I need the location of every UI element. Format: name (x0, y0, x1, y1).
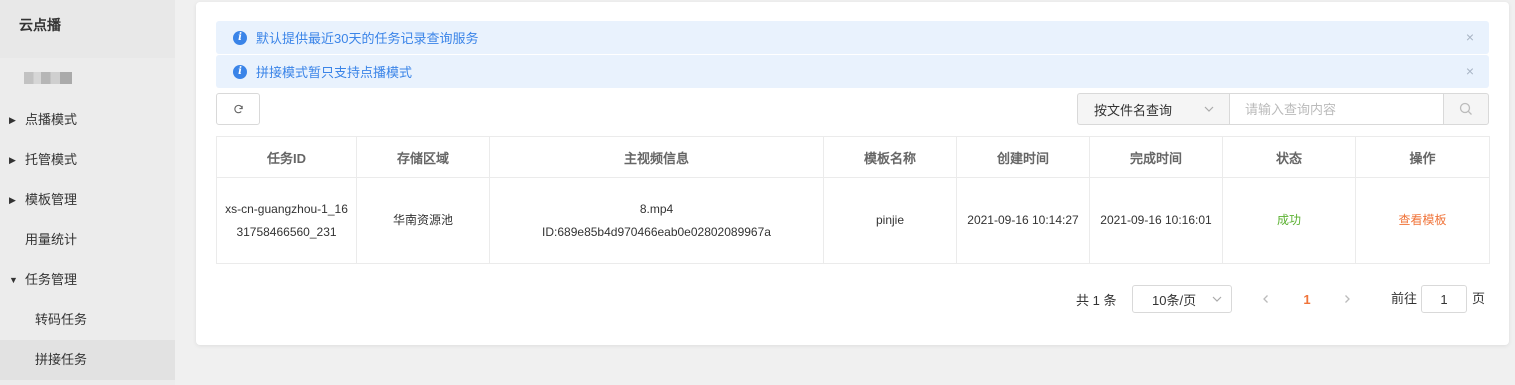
sidebar-item-splice-tasks[interactable]: 拼接任务 (0, 340, 175, 380)
search-input[interactable] (1229, 93, 1443, 125)
task-id-cell: xs-cn-guangzhou-1_1631758466560_231 (216, 177, 357, 264)
created-time-cell: 2021-09-16 10:14:27 (956, 177, 1090, 264)
search-group: 按文件名查询 (1077, 93, 1489, 125)
video-name: 8.mp4 (639, 201, 674, 216)
sidebar-item-template-management[interactable]: ▶ 模板管理 (0, 180, 175, 220)
sidebar-item-label: 拼接任务 (35, 352, 88, 367)
next-page-button[interactable] (1337, 285, 1357, 313)
status-badge: 成功 (1276, 213, 1301, 227)
sidebar-item-label: 托管模式 (25, 152, 78, 167)
search-mode-select[interactable]: 按文件名查询 (1077, 93, 1229, 125)
prev-page-button[interactable] (1256, 285, 1276, 313)
goto-page-input[interactable] (1421, 285, 1467, 313)
page-size-value: 10条/页 (1152, 292, 1197, 308)
sidebar-menu: ▶ 点播模式 ▶ 托管模式 ▶ 模板管理 用量统计 ▼ 任务管理 转码任务 拼接… (0, 100, 175, 380)
page-number[interactable]: 1 (1297, 285, 1317, 313)
refresh-icon (233, 104, 243, 113)
chevron-down-icon (1212, 296, 1222, 302)
close-icon[interactable]: × (1466, 63, 1474, 79)
sidebar-item-usage-stats[interactable]: 用量统计 (0, 220, 175, 260)
view-template-link[interactable]: 查看模板 (1398, 213, 1446, 227)
sidebar-body: ▶ 点播模式 ▶ 托管模式 ▶ 模板管理 用量统计 ▼ 任务管理 转码任务 拼接… (0, 58, 175, 385)
search-button[interactable] (1443, 93, 1489, 125)
page-size-select[interactable]: 10条/页 (1132, 285, 1232, 313)
sidebar-item-task-management[interactable]: ▼ 任务管理 (0, 260, 175, 300)
sidebar-item-label: 任务管理 (25, 272, 78, 287)
status-cell: 成功 (1222, 177, 1356, 264)
blurred-user-name (24, 72, 72, 84)
sidebar-item-label: 模板管理 (25, 192, 78, 207)
refresh-button[interactable] (216, 93, 260, 125)
notice-banner: i 拼接模式暂只支持点播模式 × (216, 55, 1489, 88)
search-mode-value: 按文件名查询 (1094, 102, 1173, 118)
column-header: 完成时间 (1089, 136, 1223, 178)
caret-down-icon: ▼ (9, 275, 18, 285)
finished-time-cell: 2021-09-16 10:16:01 (1089, 177, 1223, 264)
column-header: 模板名称 (823, 136, 957, 178)
video-info-cell: 8.mp4 ID:689e85b4d970466eab0e02802089967… (489, 177, 824, 264)
main-card: i 默认提供最近30天的任务记录查询服务 × i 拼接模式暂只支持点播模式 × … (196, 2, 1509, 345)
sidebar-item-label: 转码任务 (35, 312, 88, 327)
caret-right-icon: ▶ (9, 115, 16, 125)
chevron-right-icon (1345, 295, 1350, 303)
sidebar-item-label: 点播模式 (25, 112, 78, 127)
sidebar-item-vod-mode[interactable]: ▶ 点播模式 (0, 100, 175, 140)
table-row: xs-cn-guangzhou-1_1631758466560_231 华南资源… (216, 177, 1490, 264)
chevron-left-icon (1263, 295, 1268, 303)
table-header-row: 任务ID 存储区域 主视频信息 模板名称 创建时间 完成时间 状态 操作 (216, 136, 1490, 178)
sidebar-item-label: 用量统计 (25, 232, 78, 247)
info-icon: i (233, 64, 247, 79)
sidebar: 云点播 ▶ 点播模式 ▶ 托管模式 ▶ 模板管理 用量统计 ▼ 任务管理 转码任… (0, 0, 175, 385)
total-count: 共 1 条 (1076, 292, 1117, 308)
close-icon[interactable]: × (1466, 29, 1474, 45)
action-cell: 查看模板 (1355, 177, 1490, 264)
info-icon: i (233, 30, 247, 45)
goto-prefix: 前往 (1391, 291, 1418, 306)
pagination-total: 共 1 条 (1076, 285, 1116, 313)
sidebar-title: 云点播 (0, 0, 175, 58)
column-header: 状态 (1222, 136, 1356, 178)
region-cell: 华南资源池 (356, 177, 490, 264)
caret-right-icon: ▶ (9, 195, 16, 205)
column-header: 创建时间 (956, 136, 1090, 178)
notice-banner: i 默认提供最近30天的任务记录查询服务 × (216, 21, 1489, 54)
notice-text: 默认提供最近30天的任务记录查询服务 (256, 31, 479, 46)
created-time: 2021-09-16 10:14:27 (967, 213, 1079, 227)
column-header: 主视频信息 (489, 136, 824, 178)
column-header: 任务ID (216, 136, 357, 178)
chevron-down-icon (1204, 106, 1214, 112)
column-header: 操作 (1355, 136, 1490, 178)
finished-time: 2021-09-16 10:16:01 (1100, 213, 1212, 227)
task-table: 任务ID 存储区域 主视频信息 模板名称 创建时间 完成时间 状态 操作 xs-… (216, 136, 1490, 264)
caret-right-icon: ▶ (9, 155, 16, 165)
sidebar-item-transcode-tasks[interactable]: 转码任务 (0, 300, 175, 340)
sidebar-item-hosted-mode[interactable]: ▶ 托管模式 (0, 140, 175, 180)
video-id: ID:689e85b4d970466eab0e02802089967a (542, 224, 771, 239)
column-header: 存储区域 (356, 136, 490, 178)
task-id: xs-cn-guangzhou-1_1631758466560_231 (225, 201, 348, 239)
template-cell: pinjie (823, 177, 957, 264)
goto-suffix: 页 (1472, 291, 1486, 306)
notice-text: 拼接模式暂只支持点播模式 (256, 65, 413, 80)
search-icon (1459, 102, 1472, 115)
